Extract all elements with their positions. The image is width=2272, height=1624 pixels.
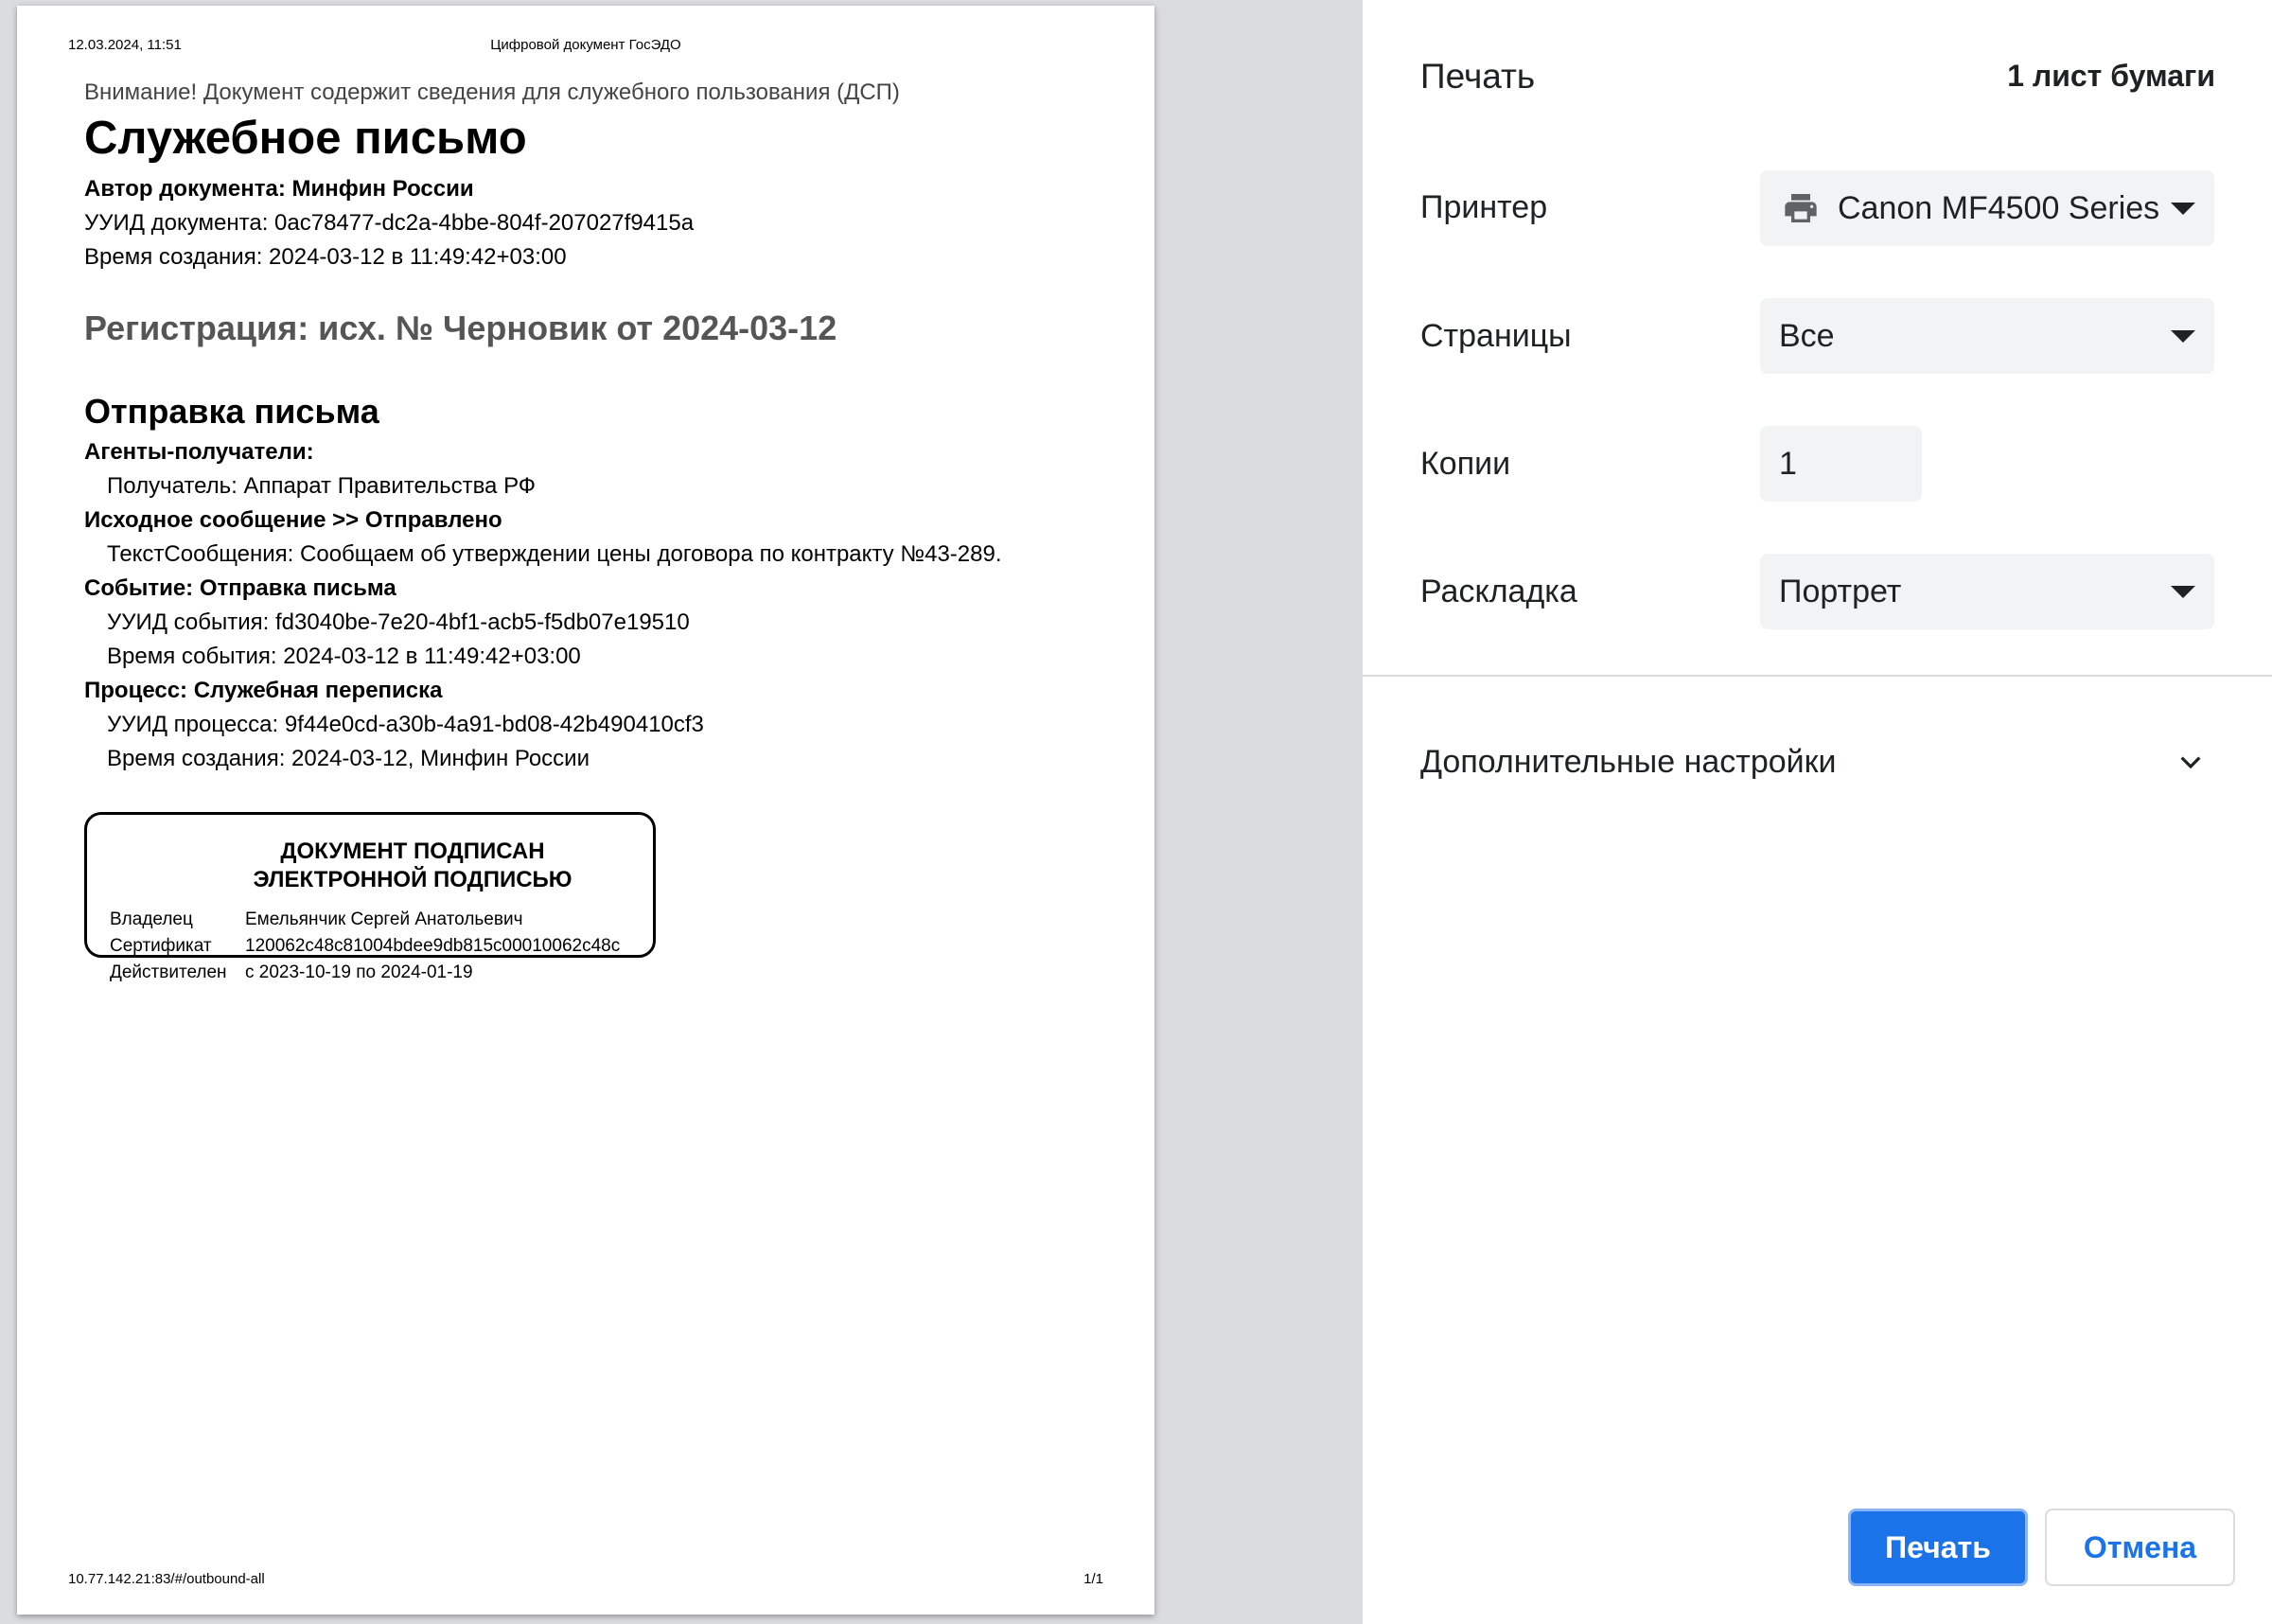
- signature-details: Владелец Емельянчик Сергей Анатольевич С…: [110, 907, 620, 986]
- signature-row: Действителен с 2023-10-19 по 2024-01-19: [110, 960, 620, 986]
- printer-select[interactable]: Canon MF4500 Series: [1760, 170, 2214, 246]
- signature-owner-key: Владелец: [110, 909, 193, 929]
- dsp-warning: Внимание! Документ содержит сведения для…: [84, 79, 900, 105]
- document-body: Внимание! Документ содержит сведения для…: [84, 78, 1106, 982]
- caret-down-icon: [2171, 203, 2195, 215]
- event-time-line: Время события: 2024-03-12 в 11:49:42+03:…: [107, 644, 581, 669]
- copies-input[interactable]: 1: [1760, 426, 1922, 502]
- signature-row: Владелец Емельянчик Сергей Анатольевич: [110, 907, 620, 933]
- preview-page: 12.03.2024, 11:51 Цифровой документ ГосЭ…: [17, 6, 1154, 1615]
- message-text-line: ТекстСообщения: Сообщаем об утверждении …: [107, 541, 1002, 567]
- copies-label: Копии: [1420, 446, 1511, 482]
- signature-heading-line2: ЭЛЕКТРОННОЙ ПОДПИСЬЮ: [253, 867, 572, 892]
- event-uuid-line: УУИД события: fd3040be-7e20-4bf1-acb5-f5…: [107, 609, 690, 635]
- pages-value: Все: [1779, 317, 1835, 354]
- caret-down-icon: [2171, 586, 2195, 598]
- signature-heading-line1: ДОКУМЕНТ ПОДПИСАН: [280, 838, 545, 864]
- recipient-line: Получатель: Аппарат Правительства РФ: [107, 473, 537, 499]
- signature-stamp: ДОКУМЕНТ ПОДПИСАН ЭЛЕКТРОННОЙ ПОДПИСЬЮ В…: [84, 812, 656, 982]
- source-message-label: Исходное сообщение >> Отправлено: [84, 507, 502, 533]
- document-title: Служебное письмо: [84, 113, 527, 164]
- cancel-button[interactable]: Отмена: [2045, 1509, 2235, 1586]
- signature-cert-value: 120062c48c81004bdee9db815c00010062c48c: [245, 936, 621, 956]
- agents-label: Агенты-получатели:: [84, 439, 314, 465]
- signature-cert-key: Сертификат: [110, 936, 212, 956]
- document-author: Автор документа: Минфин России: [84, 176, 474, 202]
- pages-label: Страницы: [1420, 318, 1572, 354]
- layout-label: Раскладка: [1420, 574, 1577, 609]
- printer-label: Принтер: [1420, 189, 1548, 225]
- signature-heading: ДОКУМЕНТ ПОДПИСАН ЭЛЕКТРОННОЙ ПОДПИСЬЮ: [87, 838, 653, 894]
- pages-select[interactable]: Все: [1760, 298, 2214, 374]
- signature-row: Сертификат 120062c48c81004bdee9db815c000…: [110, 933, 620, 960]
- layout-select[interactable]: Портрет: [1760, 554, 2214, 629]
- section-title: Отправка письма: [84, 392, 379, 431]
- signature-owner-value: Емельянчик Сергей Анатольевич: [245, 909, 523, 929]
- print-settings-panel: Печать 1 лист бумаги Принтер Canon MF450…: [1363, 0, 2272, 1624]
- page-footer-url: 10.77.142.21:83/#/outbound-all: [68, 1571, 265, 1587]
- signature-valid-value: с 2023-10-19 по 2024-01-19: [245, 962, 473, 982]
- registration-heading: Регистрация: исх. № Черновик от 2024-03-…: [84, 309, 837, 347]
- chevron-down-icon[interactable]: [2175, 748, 2206, 778]
- printer-icon: [1785, 194, 1817, 222]
- page-footer-number: 1/1: [1083, 1571, 1103, 1587]
- panel-title: Печать: [1420, 57, 1536, 96]
- print-preview-area: 12.03.2024, 11:51 Цифровой документ ГосЭ…: [0, 0, 1363, 1624]
- process-label: Процесс: Служебная переписка: [84, 678, 443, 703]
- print-button[interactable]: Печать: [1848, 1509, 2028, 1586]
- panel-divider: [1363, 675, 2272, 677]
- sheet-count: 1 лист бумаги: [2007, 59, 2215, 93]
- process-uuid-line: УУИД процесса: 9f44e0cd-a30b-4a91-bd08-4…: [107, 712, 704, 737]
- process-created-line: Время создания: 2024-03-12, Минфин Росси…: [107, 746, 590, 771]
- printer-value: Canon MF4500 Series: [1838, 189, 2160, 226]
- document-created: Время создания: 2024-03-12 в 11:49:42+03…: [84, 244, 567, 270]
- signature-valid-key: Действителен: [110, 962, 227, 982]
- caret-down-icon: [2171, 330, 2195, 343]
- event-label: Событие: Отправка письма: [84, 575, 396, 601]
- document-uuid: УУИД документа: 0ac78477-dc2a-4bbe-804f-…: [84, 210, 695, 236]
- page-header-title: Цифровой документ ГосЭДО: [490, 37, 681, 53]
- layout-value: Портрет: [1779, 573, 1902, 609]
- more-settings-toggle[interactable]: Дополнительные настройки: [1420, 744, 1837, 781]
